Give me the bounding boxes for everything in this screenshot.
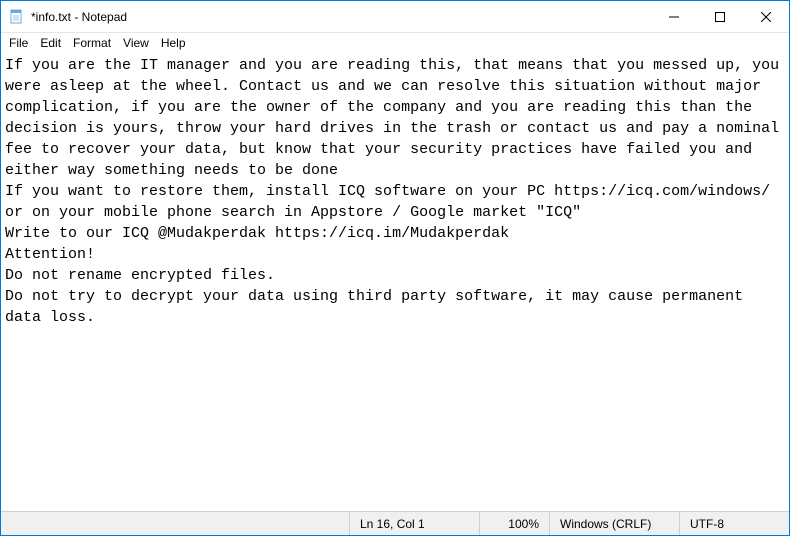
maximize-button[interactable] <box>697 1 743 32</box>
status-position: Ln 16, Col 1 <box>349 512 479 535</box>
maximize-icon <box>715 12 725 22</box>
titlebar: *info.txt - Notepad <box>1 1 789 33</box>
menu-file[interactable]: File <box>3 35 34 51</box>
menu-edit[interactable]: Edit <box>34 35 67 51</box>
menu-view[interactable]: View <box>117 35 155 51</box>
window-controls <box>651 1 789 32</box>
status-eol: Windows (CRLF) <box>549 512 679 535</box>
close-icon <box>761 12 771 22</box>
statusbar: Ln 16, Col 1 100% Windows (CRLF) UTF-8 <box>1 511 789 535</box>
status-encoding: UTF-8 <box>679 512 789 535</box>
status-zoom: 100% <box>479 512 549 535</box>
close-button[interactable] <box>743 1 789 32</box>
menubar: File Edit Format View Help <box>1 33 789 53</box>
minimize-button[interactable] <box>651 1 697 32</box>
text-editor[interactable] <box>1 53 789 511</box>
minimize-icon <box>669 12 679 22</box>
menu-format[interactable]: Format <box>67 35 117 51</box>
window-title: *info.txt - Notepad <box>31 10 651 24</box>
editor-area <box>1 53 789 511</box>
menu-help[interactable]: Help <box>155 35 192 51</box>
status-spacer <box>1 512 349 535</box>
notepad-icon <box>9 9 25 25</box>
